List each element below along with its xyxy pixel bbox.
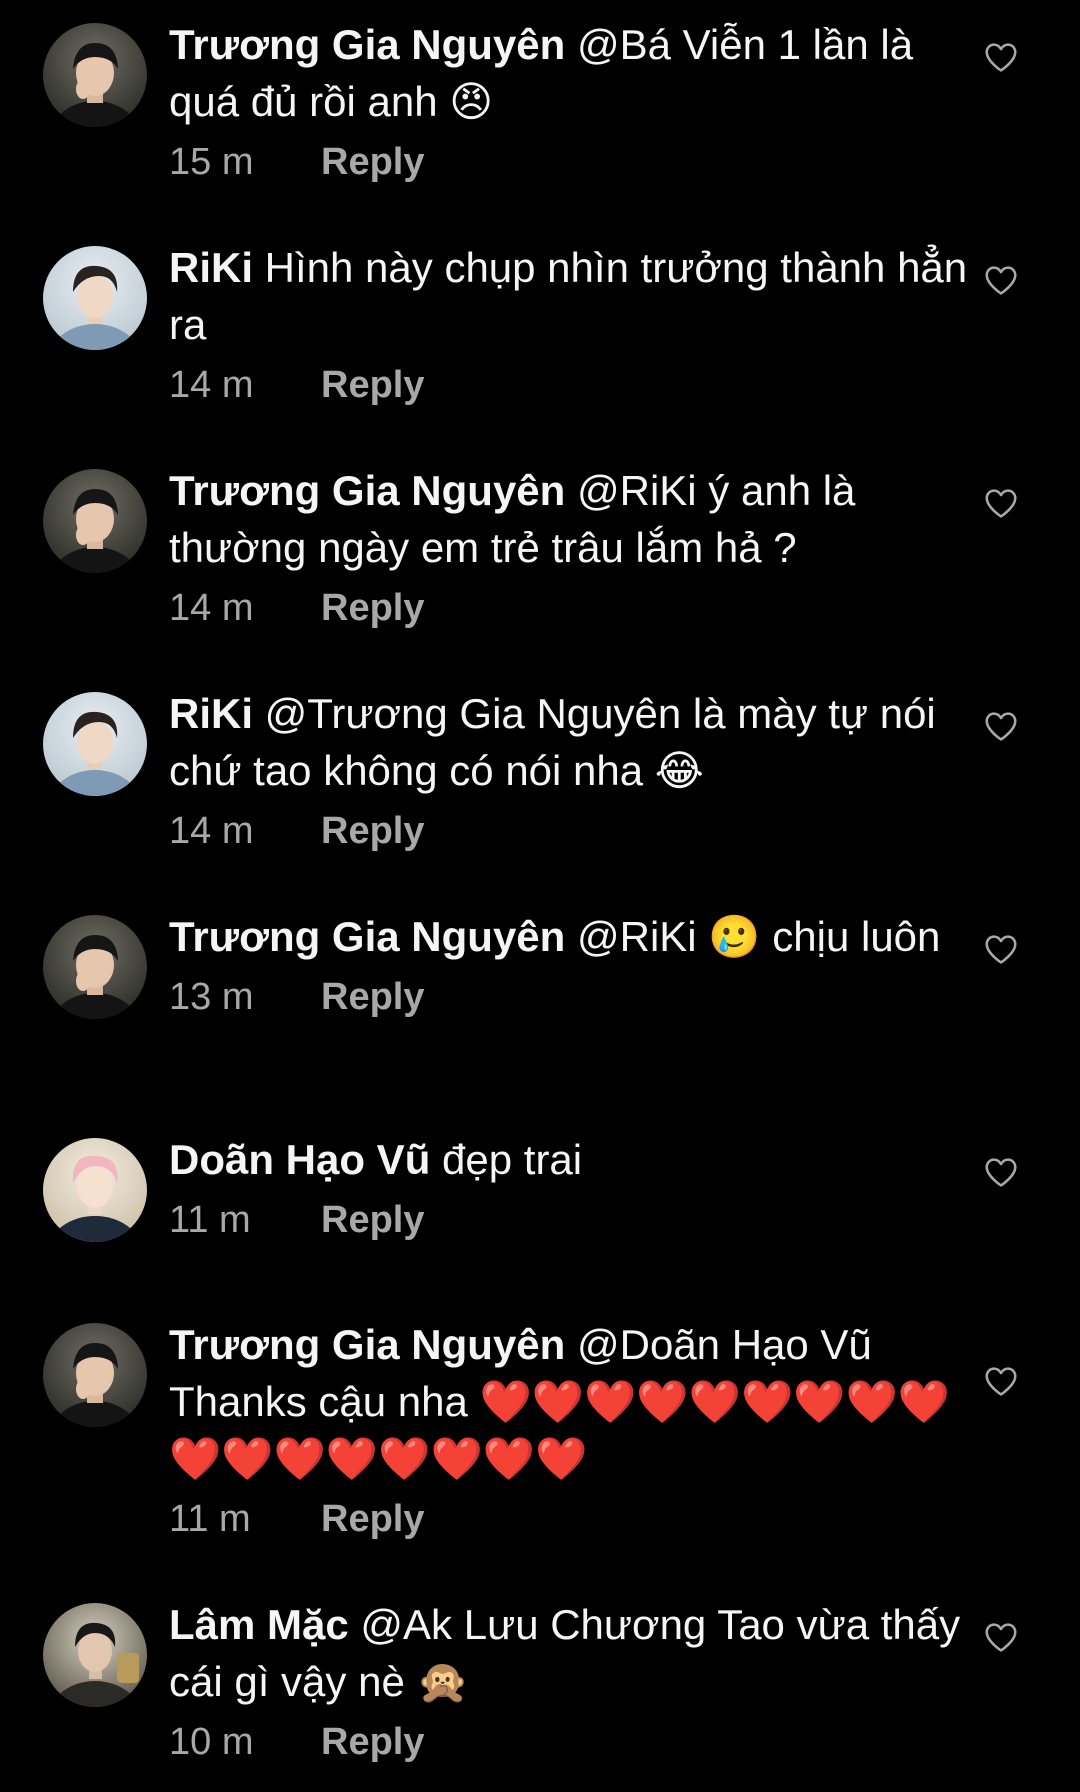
avatar-image — [43, 692, 147, 796]
comment-body: Trương Gia Nguyên @RiKi 🥲 chịu luôn 13 m… — [169, 908, 969, 1021]
like-button[interactable] — [982, 707, 1020, 745]
avatar[interactable] — [43, 1603, 147, 1707]
comment-text: Lâm Mặc @Ak Lưu Chương Tao vừa thấy cái … — [169, 1596, 969, 1710]
like-button[interactable] — [982, 1362, 1020, 1400]
heart-outline-icon — [985, 712, 1017, 741]
heart-outline-icon — [985, 1367, 1017, 1396]
comment-content: @RiKi 🥲 chịu luôn — [565, 913, 941, 960]
avatar[interactable] — [43, 469, 147, 573]
like-button[interactable] — [982, 484, 1020, 522]
comment-text: RiKi @Trương Gia Nguyên là mày tự nói ch… — [169, 685, 969, 799]
comment-body: Trương Gia Nguyên @RiKi ý anh là thường … — [169, 462, 969, 632]
avatar-image — [43, 23, 147, 127]
comment-username[interactable]: Trương Gia Nguyên — [169, 467, 565, 514]
comment-body: Trương Gia Nguyên @Bá Viễn 1 lần là quá … — [169, 16, 969, 186]
heart-outline-icon — [985, 43, 1017, 72]
avatar-image — [43, 246, 147, 350]
avatar-image — [43, 1603, 147, 1707]
comment-username[interactable]: RiKi — [169, 690, 253, 737]
reply-button[interactable]: Reply — [321, 1718, 424, 1766]
comment-text: RiKi Hình này chụp nhìn trưởng thành hẳn… — [169, 239, 969, 353]
reply-button[interactable]: Reply — [321, 361, 424, 409]
comment-username[interactable]: Lâm Mặc — [169, 1601, 349, 1648]
comment-username[interactable]: Trương Gia Nguyên — [169, 1321, 565, 1368]
comment-list: Trương Gia Nguyên @Bá Viễn 1 lần là quá … — [0, 0, 1080, 1792]
reply-button[interactable]: Reply — [321, 973, 424, 1021]
avatar[interactable] — [43, 1323, 147, 1427]
avatar-image — [43, 1323, 147, 1427]
avatar[interactable] — [43, 23, 147, 127]
comment-username[interactable]: RiKi — [169, 244, 253, 291]
comment-meta: 10 m Reply — [169, 1718, 969, 1766]
comment-text: Trương Gia Nguyên @Bá Viễn 1 lần là quá … — [169, 16, 969, 130]
comment-meta: 15 m Reply — [169, 138, 969, 186]
avatar-image — [43, 469, 147, 573]
avatar-image — [43, 1138, 147, 1242]
comment-body: RiKi Hình này chụp nhìn trưởng thành hẳn… — [169, 239, 969, 409]
comment-meta: 11 m Reply — [169, 1196, 969, 1244]
comment-content: @Trương Gia Nguyên là mày tự nói chứ tao… — [169, 690, 936, 794]
avatar[interactable] — [43, 1138, 147, 1242]
comment-timestamp: 15 m — [169, 141, 254, 183]
comment-meta: 14 m Reply — [169, 807, 969, 855]
heart-outline-icon — [985, 266, 1017, 295]
comment-meta: 13 m Reply — [169, 973, 969, 1021]
comment-timestamp: 14 m — [169, 587, 254, 629]
avatar[interactable] — [43, 692, 147, 796]
comment-meta: 11 m Reply — [169, 1495, 969, 1543]
avatar[interactable] — [43, 915, 147, 1019]
like-button[interactable] — [982, 1618, 1020, 1656]
comment-username[interactable]: Trương Gia Nguyên — [169, 913, 565, 960]
reply-button[interactable]: Reply — [321, 807, 424, 855]
comment-content: Hình này chụp nhìn trưởng thành hẳn ra — [169, 244, 968, 348]
like-button[interactable] — [982, 1153, 1020, 1191]
reply-button[interactable]: Reply — [321, 1495, 424, 1543]
comment-timestamp: 11 m — [169, 1498, 251, 1540]
comment-timestamp: 11 m — [169, 1199, 251, 1241]
like-button[interactable] — [982, 261, 1020, 299]
comment-username[interactable]: Doãn Hạo Vũ — [169, 1136, 430, 1183]
comment-body: RiKi @Trương Gia Nguyên là mày tự nói ch… — [169, 685, 969, 855]
comment-body: Trương Gia Nguyên @Doãn Hạo Vũ Thanks cậ… — [169, 1316, 969, 1543]
like-button[interactable] — [982, 930, 1020, 968]
heart-outline-icon — [985, 1623, 1017, 1652]
comment-text: Doãn Hạo Vũ đẹp trai — [169, 1131, 969, 1188]
comment-meta: 14 m Reply — [169, 361, 969, 409]
heart-outline-icon — [985, 489, 1017, 518]
avatar-image — [43, 915, 147, 1019]
comment-content: đẹp trai — [430, 1136, 583, 1183]
comment-text: Trương Gia Nguyên @RiKi 🥲 chịu luôn — [169, 908, 969, 965]
comment-username[interactable]: Trương Gia Nguyên — [169, 21, 565, 68]
comment-body: Doãn Hạo Vũ đẹp trai 11 m Reply — [169, 1131, 969, 1244]
comment-timestamp: 14 m — [169, 364, 254, 406]
reply-button[interactable]: Reply — [321, 1196, 424, 1244]
avatar[interactable] — [43, 246, 147, 350]
comment-meta: 14 m Reply — [169, 584, 969, 632]
comment-timestamp: 10 m — [169, 1721, 254, 1763]
reply-button[interactable]: Reply — [321, 584, 424, 632]
like-button[interactable] — [982, 38, 1020, 76]
comment-timestamp: 14 m — [169, 810, 254, 852]
comment-text: Trương Gia Nguyên @RiKi ý anh là thường … — [169, 462, 969, 576]
heart-outline-icon — [985, 1158, 1017, 1187]
comment-timestamp: 13 m — [169, 976, 254, 1018]
heart-outline-icon — [985, 935, 1017, 964]
comment-text: Trương Gia Nguyên @Doãn Hạo Vũ Thanks cậ… — [169, 1316, 969, 1487]
reply-button[interactable]: Reply — [321, 138, 424, 186]
comment-body: Lâm Mặc @Ak Lưu Chương Tao vừa thấy cái … — [169, 1596, 969, 1766]
